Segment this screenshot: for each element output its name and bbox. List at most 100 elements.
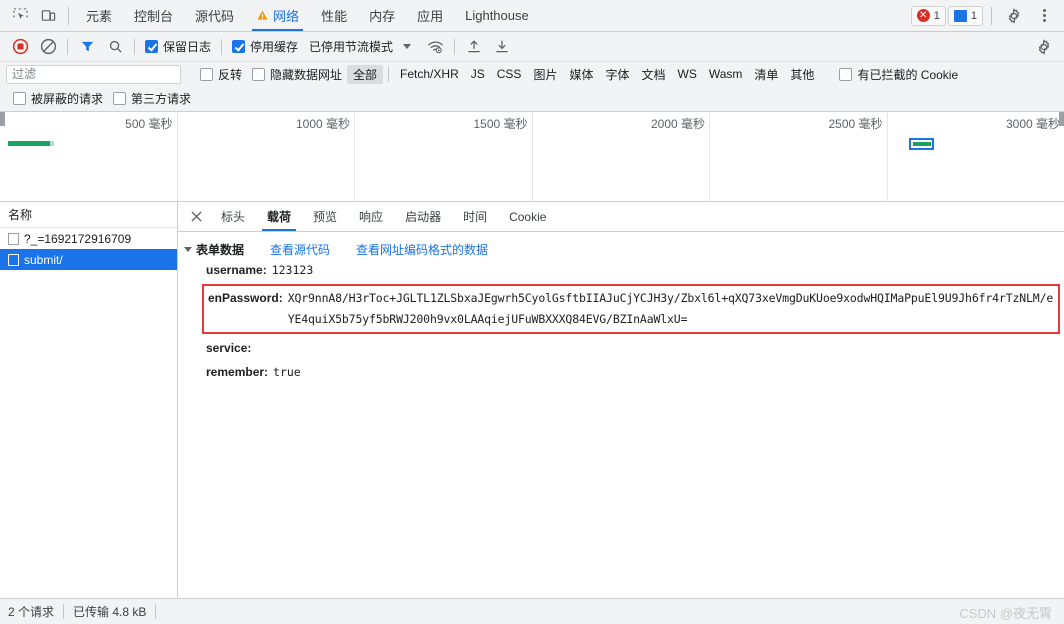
third-party-requests-label: 第三方请求 <box>131 92 192 106</box>
payload-body: 表单数据 查看源代码 查看网址编码格式的数据 username: 123123 … <box>178 232 1064 598</box>
overview-request-bar-1 <box>8 141 54 146</box>
detail-tab-payload[interactable]: 载荷 <box>256 202 302 231</box>
overview-tick-3000: 3000 毫秒 <box>1005 117 1060 131</box>
overview-tick-2000: 2000 毫秒 <box>650 117 705 131</box>
toolbar-divider-3 <box>221 38 223 55</box>
form-field-username-key: username: <box>206 263 267 277</box>
kebab-menu-icon[interactable] <box>1030 2 1058 30</box>
import-har-icon[interactable] <box>460 33 488 61</box>
form-data-section-header[interactable]: 表单数据 查看源代码 查看网址编码格式的数据 <box>178 240 1064 258</box>
third-party-requests-checkbox-box <box>113 92 127 105</box>
device-toolbar-icon[interactable] <box>34 2 62 30</box>
detail-tab-preview[interactable]: 预览 <box>302 202 348 231</box>
tab-sources[interactable]: 源代码 <box>184 0 245 31</box>
tab-console[interactable]: 控制台 <box>123 0 184 31</box>
gear-icon[interactable] <box>1000 2 1028 30</box>
filter-type-manifest[interactable]: 清单 <box>748 65 784 84</box>
request-list-column-header[interactable]: 名称 <box>0 202 177 228</box>
search-icon[interactable] <box>101 33 129 61</box>
filter-type-wasm[interactable]: Wasm <box>703 66 749 82</box>
blocked-requests-label: 被屏蔽的请求 <box>31 92 104 106</box>
filter-type-doc[interactable]: 文档 <box>635 65 671 84</box>
close-icon[interactable] <box>182 202 210 231</box>
record-stop-icon[interactable] <box>6 33 34 61</box>
invert-filter-checkbox[interactable]: 反转 <box>195 66 247 83</box>
hide-data-urls-checkbox-box <box>252 67 266 81</box>
request-row-1[interactable]: submit/ <box>0 249 177 270</box>
view-urlencoded-link[interactable]: 查看网址编码格式的数据 <box>356 241 488 258</box>
detail-tab-initiator-label: 启动器 <box>405 210 442 224</box>
hide-data-urls-checkbox[interactable]: 隐藏数据网址 <box>247 66 347 83</box>
preserve-log-checkbox[interactable]: 保留日志 <box>140 38 216 55</box>
tab-application[interactable]: 应用 <box>406 0 454 31</box>
tab-console-label: 控制台 <box>134 9 174 24</box>
request-row-0[interactable]: ?_=1692172916709 <box>0 228 177 249</box>
message-count-label: 1 <box>970 9 977 22</box>
error-count-badge[interactable]: ✕ 1 <box>910 5 946 26</box>
third-party-requests-checkbox[interactable]: 第三方请求 <box>108 90 196 107</box>
chevron-down-icon[interactable] <box>184 246 192 252</box>
toolbar-divider-4 <box>454 38 456 55</box>
overview-cell-1000: 1000 毫秒 <box>178 112 355 201</box>
overview-tick-2500: 2500 毫秒 <box>828 117 883 131</box>
detail-tab-headers[interactable]: 标头 <box>210 202 256 231</box>
filter-type-all[interactable]: 全部 <box>347 64 384 84</box>
tab-elements[interactable]: 元素 <box>75 0 123 31</box>
detail-tab-timing[interactable]: 时间 <box>452 202 498 231</box>
chevron-down-icon[interactable] <box>403 44 412 49</box>
filter-type-fetch-xhr[interactable]: Fetch/XHR <box>394 66 465 82</box>
tab-performance[interactable]: 性能 <box>310 0 358 31</box>
view-source-link[interactable]: 查看源代码 <box>270 241 330 258</box>
blocked-cookies-checkbox[interactable]: 有已拦截的 Cookie <box>834 66 963 83</box>
tab-memory[interactable]: 内存 <box>358 0 406 31</box>
clear-network-icon[interactable] <box>34 33 62 61</box>
filter-type-font[interactable]: 字体 <box>599 65 635 84</box>
filter-input[interactable] <box>6 64 181 84</box>
form-field-enpassword-value[interactable]: XQr9nnA8/H3rToc+JGLTL1ZLSbxaJEgwrh5CyolG… <box>288 288 1056 330</box>
disable-cache-checkbox[interactable]: 停用缓存 <box>227 38 303 55</box>
detail-tab-cookies[interactable]: Cookie <box>498 202 557 231</box>
filter-type-media[interactable]: 媒体 <box>563 65 599 84</box>
overview-right-handle[interactable] <box>1059 112 1064 126</box>
network-settings-gear-icon[interactable] <box>1030 33 1058 61</box>
blocked-cookies-checkbox-box <box>839 67 853 81</box>
filter-type-img[interactable]: 图片 <box>527 65 563 84</box>
throttle-select-label[interactable]: 已停用节流模式 <box>303 38 393 55</box>
message-icon <box>953 9 967 22</box>
tab-elements-label: 元素 <box>86 9 113 24</box>
inspect-element-icon[interactable] <box>6 2 34 30</box>
filter-type-js[interactable]: JS <box>465 66 491 82</box>
filter-type-css[interactable]: CSS <box>491 66 528 82</box>
error-icon: ✕ <box>916 9 930 22</box>
detail-tab-initiator[interactable]: 启动器 <box>394 202 452 231</box>
network-overview-timeline[interactable]: 500 毫秒 1000 毫秒 1500 毫秒 2000 毫秒 2500 毫秒 3… <box>0 112 1064 202</box>
request-list-panel: 名称 ?_=1692172916709 submit/ <box>0 202 178 598</box>
network-filter-bar: 反转 隐藏数据网址 全部 Fetch/XHR JS CSS 图片 媒体 字体 文… <box>0 62 1064 86</box>
overview-request-bar-2-selected[interactable] <box>909 138 934 150</box>
form-field-remember-value[interactable]: true <box>273 364 301 380</box>
network-conditions-icon[interactable] <box>421 33 449 61</box>
tab-network[interactable]: 网络 <box>245 0 310 31</box>
status-divider-2 <box>155 604 157 619</box>
network-toolbar-right <box>1030 33 1058 61</box>
overview-left-handle[interactable] <box>0 112 5 126</box>
blocked-requests-checkbox[interactable]: 被屏蔽的请求 <box>8 90 108 107</box>
tabstrip-right-divider <box>991 6 992 25</box>
status-divider-1 <box>63 604 65 619</box>
filter-funnel-icon[interactable] <box>73 33 101 61</box>
toolbar-divider-1 <box>67 38 68 55</box>
message-count-badge[interactable]: 1 <box>947 5 983 26</box>
watermark: CSDN @夜无霄 <box>959 606 1052 621</box>
export-har-icon[interactable] <box>488 33 516 61</box>
detail-tab-response[interactable]: 响应 <box>348 202 394 231</box>
form-field-username-value[interactable]: 123123 <box>272 262 314 278</box>
form-field-remember: remember: true <box>178 360 1064 384</box>
filter-divider <box>388 66 390 82</box>
tab-memory-label: 内存 <box>369 9 396 24</box>
filter-type-other[interactable]: 其他 <box>784 65 820 84</box>
overview-cell-2000: 2000 毫秒 <box>533 112 710 201</box>
filter-type-ws[interactable]: WS <box>672 66 703 82</box>
overview-grid: 500 毫秒 1000 毫秒 1500 毫秒 2000 毫秒 2500 毫秒 3… <box>0 112 1064 201</box>
tab-lighthouse[interactable]: Lighthouse <box>454 0 540 31</box>
form-field-username: username: 123123 <box>178 258 1064 282</box>
